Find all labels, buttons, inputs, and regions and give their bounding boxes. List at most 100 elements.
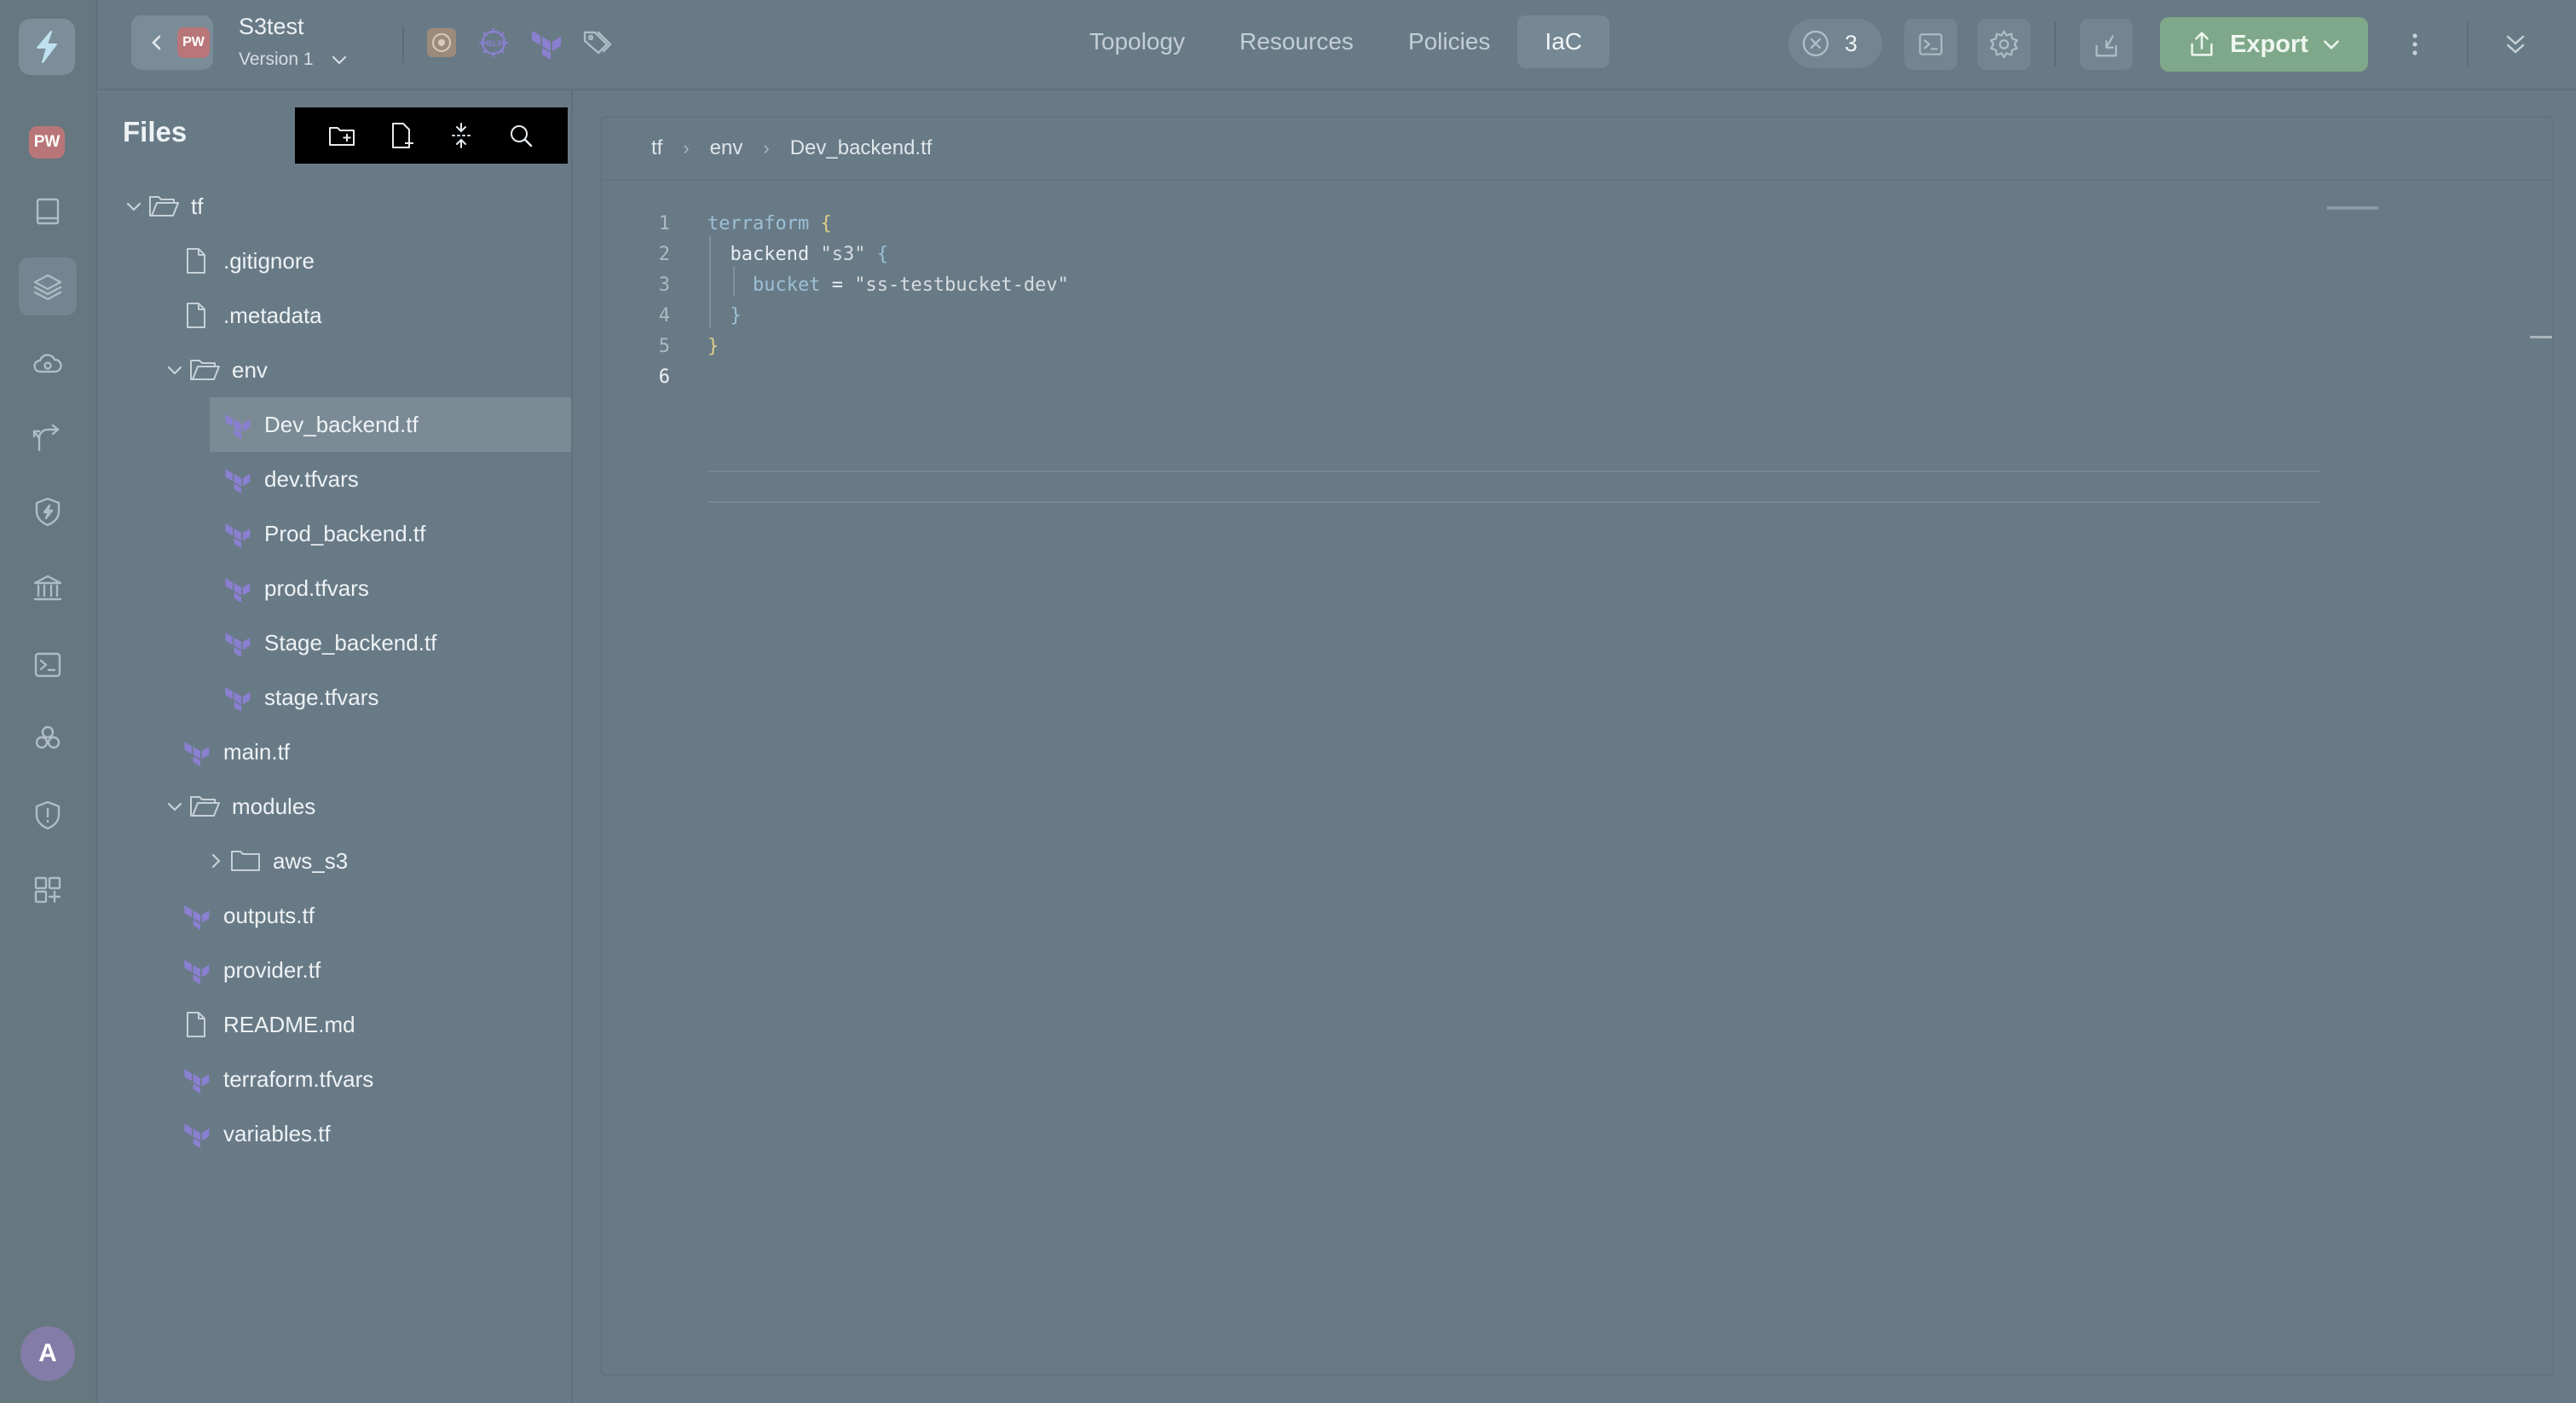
tree-item-label: Prod_backend.tf xyxy=(264,520,426,546)
divider xyxy=(602,179,2552,181)
folder-item[interactable]: tf xyxy=(97,179,571,234)
file-item[interactable]: main.tf xyxy=(97,725,571,779)
file-item[interactable]: terraform.tfvars xyxy=(97,1052,571,1106)
tree-item-label: prod.tfvars xyxy=(264,574,369,601)
tree-item-label: modules xyxy=(232,793,316,819)
new-file-icon[interactable] xyxy=(386,120,417,151)
tree-item-label: stage.tfvars xyxy=(264,684,379,710)
tags-icon[interactable] xyxy=(580,26,615,60)
svg-text:HELM: HELM xyxy=(482,39,505,48)
terraform-file-icon xyxy=(179,901,213,930)
cloud-search-icon[interactable] xyxy=(19,334,77,392)
folder-item[interactable]: modules xyxy=(97,779,571,834)
terraform-icon[interactable] xyxy=(528,26,563,60)
terraform-file-icon xyxy=(220,683,254,712)
new-folder-icon[interactable] xyxy=(326,120,357,151)
file-item[interactable]: Prod_backend.tf xyxy=(97,506,571,561)
file-icon xyxy=(179,1010,213,1039)
line-number: 2 xyxy=(658,243,670,265)
collapse-button[interactable] xyxy=(2489,19,2542,70)
tab-iac[interactable]: IaC xyxy=(1517,15,1609,68)
chevron-down-icon[interactable] xyxy=(162,796,188,817)
tree-item-label: env xyxy=(232,356,268,383)
breadcrumb-item[interactable]: env xyxy=(710,136,743,160)
breadcrumb-item[interactable]: Dev_backend.tf xyxy=(790,136,933,160)
code-editor[interactable]: tf › env › Dev_backend.tf 1 terraform { … xyxy=(600,116,2554,1376)
cluster-icon[interactable] xyxy=(19,709,77,767)
tree-item-label: terraform.tfvars xyxy=(223,1065,374,1092)
chevron-left-icon xyxy=(152,35,161,50)
tree-item-label: Dev_backend.tf xyxy=(264,411,419,437)
shield-alert-icon[interactable] xyxy=(19,786,77,844)
folder-item[interactable]: env xyxy=(97,343,571,397)
layers-icon[interactable] xyxy=(19,257,77,315)
chevron-down-icon xyxy=(332,55,346,65)
aws-chip-icon[interactable] xyxy=(425,26,459,60)
bank-icon[interactable] xyxy=(19,559,77,617)
file-item[interactable]: prod.tfvars xyxy=(97,561,571,615)
shield-bolt-icon[interactable] xyxy=(19,482,77,540)
console-button[interactable] xyxy=(1904,19,1957,70)
book-icon[interactable] xyxy=(19,182,77,240)
breadcrumb: tf › env › Dev_backend.tf xyxy=(651,136,932,160)
tree-item-label: .gitignore xyxy=(223,247,315,274)
more-menu-button[interactable] xyxy=(2388,19,2441,70)
terminal-icon[interactable] xyxy=(19,636,77,694)
terminal-icon xyxy=(1919,33,1943,55)
code-token: { xyxy=(876,243,888,265)
app-logo-icon[interactable] xyxy=(19,19,75,75)
add-widget-icon[interactable] xyxy=(19,861,77,919)
code-token: } xyxy=(708,335,719,357)
breadcrumb-item[interactable]: tf xyxy=(651,136,662,160)
tree-item-label: .metadata xyxy=(223,302,322,328)
minimap[interactable] xyxy=(2327,206,2378,210)
tab-resources[interactable]: Resources xyxy=(1212,15,1381,68)
project-badge[interactable]: PW xyxy=(29,126,65,159)
user-avatar[interactable]: A xyxy=(20,1326,75,1381)
version-select[interactable]: Version 1 xyxy=(239,49,349,70)
terraform-file-icon xyxy=(220,410,254,439)
folder-open-icon xyxy=(188,356,222,384)
file-item[interactable]: Stage_backend.tf xyxy=(97,615,571,670)
export-label: Export xyxy=(2230,30,2308,58)
line-number: 1 xyxy=(658,212,670,234)
tree-item-label: aws_s3 xyxy=(273,847,349,874)
export-button[interactable]: Export xyxy=(2160,17,2368,72)
file-item[interactable]: Dev_backend.tf xyxy=(210,397,571,452)
branch-arrow-icon[interactable] xyxy=(19,409,77,467)
version-label: Version 1 xyxy=(239,49,314,69)
tab-policies[interactable]: Policies xyxy=(1381,15,1517,68)
chevron-down-icon[interactable] xyxy=(162,360,188,380)
file-item[interactable]: variables.tf xyxy=(97,1106,571,1161)
file-item[interactable]: outputs.tf xyxy=(97,888,571,943)
import-icon xyxy=(2095,35,2117,57)
code-token: { xyxy=(820,212,832,234)
import-button[interactable] xyxy=(2080,19,2133,70)
alerts-button[interactable]: 3 xyxy=(1788,19,1882,68)
tree-item-label: tf xyxy=(191,193,204,219)
file-item[interactable]: stage.tfvars xyxy=(97,670,571,725)
file-item[interactable]: .metadata xyxy=(97,288,571,343)
chevron-down-icon[interactable] xyxy=(121,196,147,217)
file-item[interactable]: README.md xyxy=(97,997,571,1052)
chevron-right-icon[interactable] xyxy=(203,851,228,871)
line-number: 4 xyxy=(658,304,670,326)
code-token: "s3" xyxy=(820,243,866,265)
tab-topology[interactable]: Topology xyxy=(1062,15,1212,68)
collapse-all-icon[interactable] xyxy=(446,120,477,151)
file-item[interactable]: dev.tfvars xyxy=(97,452,571,506)
folder-item[interactable]: aws_s3 xyxy=(97,834,571,888)
back-button[interactable]: PW xyxy=(131,15,213,70)
search-icon[interactable] xyxy=(505,120,536,151)
terraform-file-icon xyxy=(220,574,254,603)
file-item[interactable]: provider.tf xyxy=(97,943,571,997)
current-line-highlight xyxy=(708,471,2320,503)
divider xyxy=(2054,22,2056,66)
files-panel: Files tf .gitignore .metadata env Dev_backen… xyxy=(97,90,573,1403)
file-item[interactable]: .gitignore xyxy=(97,234,571,288)
tree-item-label: main.tf xyxy=(223,738,291,765)
settings-button[interactable] xyxy=(1978,19,2030,70)
upload-icon xyxy=(2191,32,2213,56)
divider xyxy=(402,26,404,63)
helm-icon[interactable]: HELM xyxy=(476,26,511,60)
